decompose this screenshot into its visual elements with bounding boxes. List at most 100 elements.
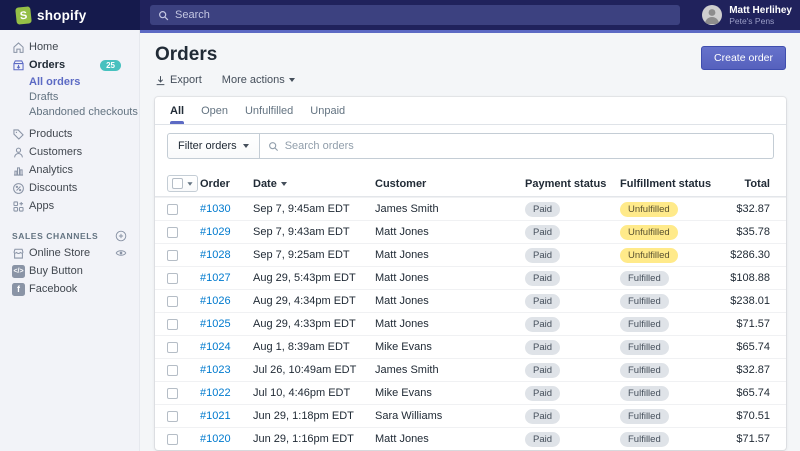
select-all-control[interactable] [167,175,198,192]
row-checkbox[interactable] [167,296,178,307]
sidebar-item-label: Customers [29,146,82,158]
table-row[interactable]: #1021 Jun 29, 1:18pm EDT Sara Williams P… [155,404,786,427]
row-checkbox[interactable] [167,342,178,353]
order-total: $70.51 [720,410,786,422]
row-checkbox[interactable] [167,273,178,284]
table-row[interactable]: #1029 Sep 7, 9:43am EDT Matt Jones Paid … [155,220,786,243]
global-search-input[interactable]: Search [150,5,680,25]
order-total: $71.57 [720,318,786,330]
create-order-button[interactable]: Create order [701,46,786,70]
row-checkbox[interactable] [167,319,178,330]
table-row[interactable]: #1025 Aug 29, 4:33pm EDT Matt Jones Paid… [155,312,786,335]
table-row[interactable]: #1023 Jul 26, 10:49am EDT James Smith Pa… [155,358,786,381]
order-total: $32.87 [720,203,786,215]
sidebar-item-discounts[interactable]: Discounts [0,179,139,197]
row-checkbox[interactable] [167,365,178,376]
topbar: S shopify Search Matt Herlihey Pete's Pe… [0,0,800,30]
global-search-placeholder: Search [175,9,210,21]
sidebar-item-label: Online Store [29,247,90,259]
table-row[interactable]: #1024 Aug 1, 8:39am EDT Mike Evans Paid … [155,335,786,358]
table-row[interactable]: #1030 Sep 7, 9:45am EDT James Smith Paid… [155,197,786,220]
fulfillment-badge: Unfulfilled [620,248,678,263]
table-row[interactable]: #1026 Aug 29, 4:34pm EDT Matt Jones Paid… [155,289,786,312]
orders-table: Order Date Customer Payment status Fulfi… [155,171,786,450]
sidebar-item-drafts[interactable]: Drafts [0,89,139,104]
order-customer: Matt Jones [375,433,525,445]
order-number-link[interactable]: #1027 [200,272,231,284]
table-row[interactable]: #1027 Aug 29, 5:43pm EDT Matt Jones Paid… [155,266,786,289]
sidebar-item-home[interactable]: Home [0,38,139,56]
sidebar-item-products[interactable]: Products [0,125,139,143]
more-actions-button[interactable]: More actions [222,74,295,86]
sidebar-item-customers[interactable]: Customers [0,143,139,161]
table-row[interactable]: #1022 Jul 10, 4:46pm EDT Mike Evans Paid… [155,381,786,404]
avatar [702,5,722,25]
fulfillment-badge: Fulfilled [620,340,669,355]
order-customer: Sara Williams [375,410,525,422]
order-tab[interactable]: Open [201,97,228,124]
sidebar-item-abandoned-checkouts[interactable]: Abandoned checkouts [0,104,139,119]
order-tab[interactable]: All [170,97,184,124]
sidebar-item-orders[interactable]: Orders 25 [0,56,139,74]
order-date: Aug 1, 8:39am EDT [253,341,375,353]
order-tab[interactable]: Unpaid [310,97,345,124]
order-date: Aug 29, 5:43pm EDT [253,272,375,284]
sidebar-item-buy-button[interactable]: </> Buy Button [0,262,139,280]
order-date: Sep 7, 9:43am EDT [253,226,375,238]
select-all-checkbox[interactable] [172,178,183,189]
sidebar-item-all-orders[interactable]: All orders [0,74,139,89]
row-checkbox[interactable] [167,434,178,445]
eye-icon[interactable] [115,247,127,259]
order-customer: Mike Evans [375,341,525,353]
add-sales-channel-button[interactable] [115,230,127,242]
sidebar-item-online-store[interactable]: Online Store [0,244,139,262]
sidebar-item-label: Apps [29,200,54,212]
order-number-link[interactable]: #1030 [200,203,231,215]
order-date: Jul 10, 4:46pm EDT [253,387,375,399]
column-header-fulfillment-status: Fulfillment status [620,178,720,190]
user-menu[interactable]: Matt Herlihey Pete's Pens [702,5,800,26]
payment-badge: Paid [525,271,560,286]
order-total: $108.88 [720,272,786,284]
sidebar-item-label: Analytics [29,164,73,176]
search-orders-input[interactable]: Search orders [260,133,774,159]
order-number-link[interactable]: #1020 [200,433,231,445]
export-button[interactable]: Export [155,74,202,86]
sidebar-item-apps[interactable]: Apps [0,197,139,215]
payment-badge: Paid [525,409,560,424]
store-name: Pete's Pens [729,16,792,26]
row-checkbox[interactable] [167,388,178,399]
column-header-date[interactable]: Date [253,178,375,190]
sidebar-item-analytics[interactable]: Analytics [0,161,139,179]
table-row[interactable]: #1020 Jun 29, 1:16pm EDT Matt Jones Paid… [155,427,786,450]
order-number-link[interactable]: #1029 [200,226,231,238]
shopify-logo[interactable]: S shopify [0,0,140,30]
order-number-link[interactable]: #1024 [200,341,231,353]
row-checkbox[interactable] [167,204,178,215]
chevron-down-icon [289,78,295,82]
fulfillment-badge: Unfulfilled [620,225,678,240]
sidebar-item-label: Products [29,128,72,140]
sub-item-label: Abandoned checkouts [29,106,138,118]
order-date: Aug 29, 4:34pm EDT [253,295,375,307]
order-customer: Matt Jones [375,318,525,330]
payment-badge: Paid [525,248,560,263]
payment-badge: Paid [525,202,560,217]
export-icon [155,75,166,86]
row-checkbox[interactable] [167,227,178,238]
order-tab[interactable]: Unfulfilled [245,97,293,124]
fulfillment-badge: Fulfilled [620,271,669,286]
order-number-link[interactable]: #1021 [200,410,231,422]
order-number-link[interactable]: #1022 [200,387,231,399]
order-number-link[interactable]: #1023 [200,364,231,376]
sidebar-item-facebook[interactable]: f Facebook [0,280,139,298]
order-number-link[interactable]: #1025 [200,318,231,330]
filter-orders-button[interactable]: Filter orders [167,133,260,159]
order-total: $238.01 [720,295,786,307]
order-number-link[interactable]: #1026 [200,295,231,307]
row-checkbox[interactable] [167,250,178,261]
row-checkbox[interactable] [167,411,178,422]
table-row[interactable]: #1028 Sep 7, 9:25am EDT Matt Jones Paid … [155,243,786,266]
order-number-link[interactable]: #1028 [200,249,231,261]
order-customer: Matt Jones [375,249,525,261]
